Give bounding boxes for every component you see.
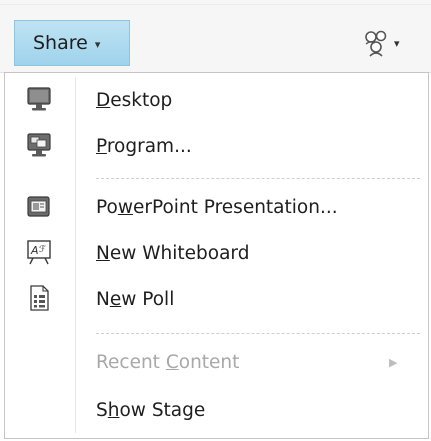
program-windows-icon xyxy=(27,133,51,157)
whiteboard-icon: A ℱ xyxy=(27,240,51,265)
menu-separator xyxy=(96,178,420,179)
menu-item-show-stage[interactable]: Show Stage xyxy=(5,387,428,433)
menu-item-desktop[interactable]: Desktop xyxy=(5,77,428,123)
chevron-down-icon: ▾ xyxy=(394,36,400,50)
menu-item-label: New Poll xyxy=(96,288,175,310)
menu-item-poll[interactable]: New Poll xyxy=(5,276,428,322)
menu-item-recent-content: Recent Content ▶ xyxy=(5,339,428,385)
menu-item-label: Desktop xyxy=(96,89,173,111)
share-menu-screen: Share ▾ ▾ Desktop Program... PowerPoint … xyxy=(0,0,431,441)
toolbar-divider xyxy=(0,4,431,5)
menu-item-label: Recent Content xyxy=(96,351,240,373)
toolbar: Share ▾ ▾ xyxy=(0,0,431,73)
presentation-icon xyxy=(27,196,50,217)
submenu-arrow-icon: ▶ xyxy=(389,355,398,369)
people-icon xyxy=(365,30,387,57)
menu-item-label: Program... xyxy=(96,135,192,157)
menu-item-label: PowerPoint Presentation... xyxy=(96,196,338,218)
share-dropdown-menu: Desktop Program... PowerPoint Presentati… xyxy=(4,72,429,439)
poll-icon xyxy=(30,285,49,311)
menu-item-whiteboard[interactable]: A ℱ New Whiteboard xyxy=(5,230,428,276)
svg-text:A: A xyxy=(30,244,39,257)
chevron-down-icon: ▾ xyxy=(94,37,101,51)
menu-item-program[interactable]: Program... xyxy=(5,123,428,169)
menu-item-label: New Whiteboard xyxy=(96,242,250,264)
participants-button[interactable]: ▾ xyxy=(362,26,424,60)
menu-item-powerpoint[interactable]: PowerPoint Presentation... xyxy=(5,184,428,230)
svg-text:ℱ: ℱ xyxy=(39,245,46,255)
share-button[interactable]: Share ▾ xyxy=(14,20,130,66)
menu-item-label: Show Stage xyxy=(96,399,206,421)
share-button-label: Share xyxy=(33,32,88,54)
menu-separator xyxy=(96,333,420,334)
monitor-icon xyxy=(27,87,51,111)
